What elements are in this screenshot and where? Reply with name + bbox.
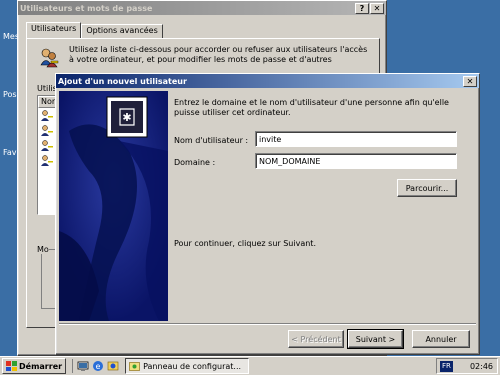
browse-button[interactable]: Parcourir...: [397, 179, 457, 197]
username-input[interactable]: [255, 131, 457, 147]
tab-users[interactable]: Utilisateurs: [26, 22, 82, 38]
wizard-side-panel: ✱: [59, 91, 168, 321]
domain-label: Domaine :: [174, 158, 216, 167]
wizard-titlebar[interactable]: Ajout d'un nouvel utilisateur ✕: [56, 74, 479, 88]
desktop-label-pos[interactable]: Pos: [3, 90, 17, 99]
quick-launch: e: [72, 359, 119, 373]
svg-text:e: e: [96, 362, 101, 371]
wizard-instructions: Entrez le domaine et le nom d'utilisateu…: [174, 98, 449, 117]
username-label: Nom d'utilisateur :: [174, 136, 249, 145]
system-tray: FR 02:46: [436, 358, 498, 374]
users-window-title: Utilisateurs et mots de passe: [20, 3, 153, 13]
wizard-divider: [59, 323, 476, 325]
wizard-close-button[interactable]: ✕: [463, 75, 477, 87]
windows-flag-icon: [6, 361, 17, 371]
taskbar-control-panel[interactable]: Panneau de configurat...: [125, 358, 250, 374]
wizard-content: Entrez le domaine et le nom d'utilisateu…: [174, 91, 475, 321]
ie-icon[interactable]: e: [92, 360, 104, 372]
start-button[interactable]: Démarrer: [2, 358, 67, 374]
users-key-icon: [40, 48, 59, 68]
users-window-titlebar[interactable]: Utilisateurs et mots de passe ? ✕: [18, 1, 386, 15]
wizard-key-icon: ✱: [59, 91, 168, 321]
next-button[interactable]: Suivant >: [347, 329, 404, 349]
control-panel-icon: [129, 361, 140, 371]
continue-hint: Pour continuer, cliquez sur Suivant.: [174, 239, 316, 248]
user-icon: [41, 140, 53, 151]
outlook-icon[interactable]: [107, 360, 119, 372]
user-icon: [41, 110, 53, 121]
tab-advanced-options[interactable]: Options avancées: [81, 24, 163, 38]
users-label: Utilis: [37, 84, 57, 93]
wizard-title: Ajout d'un nouvel utilisateur: [58, 76, 187, 86]
close-button[interactable]: ✕: [370, 2, 384, 14]
help-button[interactable]: ?: [355, 2, 369, 14]
taskbar: Démarrer e Panneau de configurat... FR 0…: [0, 356, 500, 375]
previous-button[interactable]: < Précédent: [288, 330, 344, 348]
domain-input[interactable]: [255, 153, 457, 169]
user-icon: [41, 125, 53, 136]
cancel-button[interactable]: Annuler: [412, 330, 470, 348]
start-label: Démarrer: [19, 361, 63, 371]
svg-text:✱: ✱: [122, 111, 131, 124]
language-indicator[interactable]: FR: [440, 360, 453, 372]
tab-strip: Utilisateurs Options avancées: [26, 22, 163, 38]
password-groupbox-label: Mo: [37, 245, 49, 254]
desktop-icon[interactable]: [77, 360, 89, 372]
user-icon: [41, 155, 53, 166]
taskbar-task-label: Panneau de configurat...: [143, 361, 242, 371]
desktop-label-fav[interactable]: Fav: [3, 148, 17, 157]
intro-text: Utilisez la liste ci-dessous pour accord…: [69, 45, 368, 64]
clock[interactable]: 02:46: [470, 362, 493, 371]
add-user-wizard: Ajout d'un nouvel utilisateur ✕ ✱ Entrez…: [55, 73, 480, 355]
